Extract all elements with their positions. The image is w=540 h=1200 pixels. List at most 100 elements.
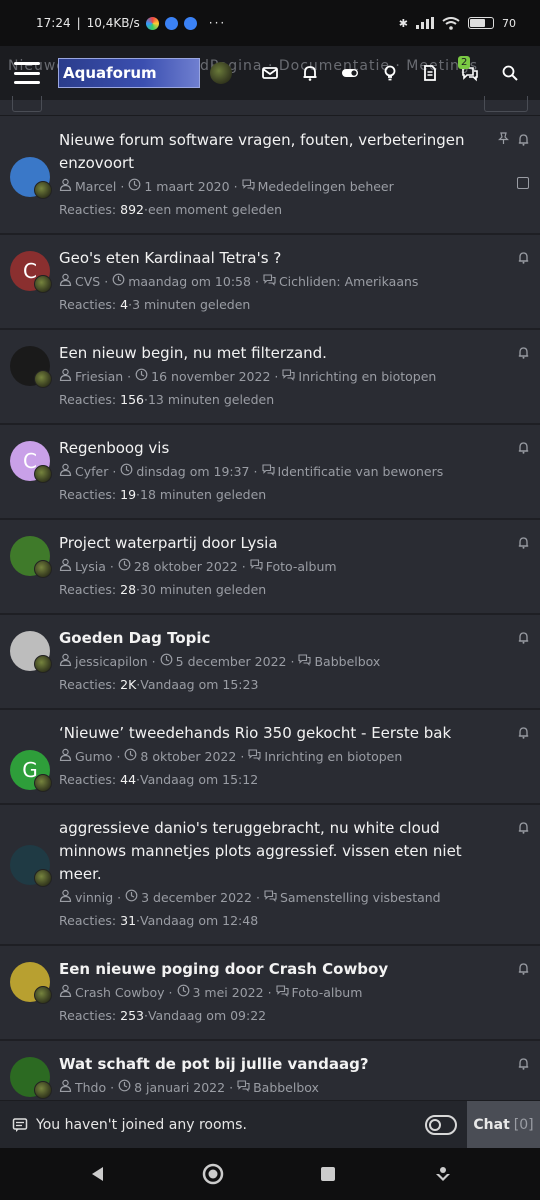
last-activity[interactable]: 30 minuten geleden — [140, 582, 266, 597]
thread-row[interactable]: G ‘Nieuwe’ tweedehands Rio 350 gekocht - … — [0, 710, 540, 805]
toolbar-button-right[interactable] — [484, 96, 528, 112]
last-poster-avatar[interactable] — [34, 181, 52, 199]
thread-row[interactable]: C Geo's eten Kardinaal Tetra's ? CVS · maand… — [0, 235, 540, 330]
recents-icon[interactable] — [314, 1160, 342, 1188]
lightbulb-icon[interactable] — [370, 53, 410, 93]
home-icon[interactable] — [199, 1160, 227, 1188]
thread-title[interactable]: ‘Nieuwe’ tweedehands Rio 350 gekocht - E… — [59, 722, 520, 745]
watch-bell-icon[interactable] — [517, 441, 530, 454]
last-activity[interactable]: 3 minuten geleden — [132, 297, 250, 312]
thread-author[interactable]: jessicapilon — [75, 650, 148, 673]
thread-forum[interactable]: Babbelbox — [314, 650, 380, 673]
thread-date[interactable]: 8 oktober 2022 — [140, 745, 236, 768]
thread-forum[interactable]: Identificatie van bewoners — [278, 460, 444, 483]
thread-title[interactable]: Goeden Dag Topic — [59, 627, 520, 650]
search-icon[interactable] — [490, 53, 530, 93]
thread-author[interactable]: Thdo — [75, 1076, 106, 1099]
last-poster-avatar[interactable] — [34, 1081, 52, 1099]
watch-bell-icon[interactable] — [517, 133, 530, 146]
thread-title[interactable]: Een nieuwe poging door Crash Cowboy — [59, 958, 520, 981]
watch-bell-icon[interactable] — [517, 536, 530, 549]
thread-author[interactable]: vinnig — [75, 886, 113, 909]
thread-date[interactable]: dinsdag om 19:37 — [136, 460, 249, 483]
thread-title[interactable]: Nieuwe forum software vragen, fouten, ve… — [59, 129, 520, 175]
watch-bell-icon[interactable] — [517, 962, 530, 975]
thread-author[interactable]: CVS — [75, 270, 100, 293]
thread-row[interactable]: Een nieuwe poging door Crash Cowboy Crash… — [0, 946, 540, 1041]
thread-author[interactable]: Gumo — [75, 745, 112, 768]
thread-author[interactable]: Lysia — [75, 555, 106, 578]
watch-bell-icon[interactable] — [517, 821, 530, 834]
back-icon[interactable] — [84, 1160, 112, 1188]
thread-author[interactable]: Marcel — [75, 175, 116, 198]
last-activity[interactable]: Vandaag om 15:12 — [140, 772, 258, 787]
thread-row[interactable]: aggressieve danio's teruggebracht, nu wh… — [0, 805, 540, 946]
thread-date[interactable]: 16 november 2022 — [151, 365, 270, 388]
last-activity[interactable]: een moment geleden — [148, 202, 282, 217]
bell-icon[interactable] — [290, 53, 330, 93]
thread-forum[interactable]: Inrichting en biotopen — [264, 745, 402, 768]
thread-title[interactable]: Project waterpartij door Lysia — [59, 532, 520, 555]
thread-forum[interactable]: Foto-album — [292, 981, 363, 1004]
thread-date[interactable]: 5 december 2022 — [176, 650, 287, 673]
thread-date[interactable]: 3 december 2022 — [141, 886, 252, 909]
thread-forum[interactable]: Mededelingen beheer — [258, 175, 394, 198]
thread-date[interactable]: 28 oktober 2022 — [134, 555, 238, 578]
thread-date[interactable]: maandag om 10:58 — [128, 270, 251, 293]
thread-row[interactable]: Goeden Dag Topic jessicapilon · 5 december … — [0, 615, 540, 710]
last-poster-avatar[interactable] — [34, 275, 52, 293]
watch-bell-icon[interactable] — [517, 1057, 530, 1070]
thread-forum[interactable]: Foto-album — [266, 555, 337, 578]
last-activity[interactable]: 13 minuten geleden — [148, 392, 274, 407]
thread-title[interactable]: aggressieve danio's teruggebracht, nu wh… — [59, 817, 520, 886]
thread-date[interactable]: 8 januari 2022 — [134, 1076, 225, 1099]
assistant-icon[interactable] — [429, 1160, 457, 1188]
watch-bell-icon[interactable] — [517, 251, 530, 264]
thread-date[interactable]: 3 mei 2022 — [193, 981, 264, 1004]
thread-title[interactable]: Regenboog vis — [59, 437, 520, 460]
toolbar-button-left[interactable] — [12, 96, 42, 112]
thread-title[interactable]: Wat schaft de pot bij jullie vandaag? — [59, 1053, 520, 1076]
watch-bell-icon[interactable] — [517, 631, 530, 644]
thread-forum[interactable]: Babbelbox — [253, 1076, 319, 1099]
replies-label: Reacties: — [59, 772, 117, 787]
thread-forum[interactable]: Cichliden: Amerikaans — [279, 270, 418, 293]
watch-bell-icon[interactable] — [517, 726, 530, 739]
thread-forum[interactable]: Samenstelling visbestand — [280, 886, 441, 909]
clock-icon — [120, 460, 136, 483]
last-poster-avatar[interactable] — [34, 560, 52, 578]
thread-title[interactable]: Geo's eten Kardinaal Tetra's ? — [59, 247, 520, 270]
last-poster-avatar[interactable] — [34, 869, 52, 887]
toggle-icon[interactable] — [330, 53, 370, 93]
thread-author[interactable]: Cyfer — [75, 460, 108, 483]
thread-title[interactable]: Een nieuw begin, nu met filterzand. — [59, 342, 520, 365]
last-poster-avatar[interactable] — [34, 370, 52, 388]
thread-row[interactable]: Nieuwe forum software vragen, fouten, ve… — [0, 117, 540, 235]
document-icon[interactable] — [410, 53, 450, 93]
user-avatar[interactable] — [210, 62, 232, 84]
last-activity[interactable]: 18 minuten geleden — [140, 487, 266, 502]
thread-author[interactable]: Crash Cowboy — [75, 981, 165, 1004]
last-activity[interactable]: Vandaag om 09:22 — [148, 1008, 266, 1023]
menu-icon[interactable] — [14, 62, 40, 84]
thread-row[interactable]: Een nieuw begin, nu met filterzand. Fries… — [0, 330, 540, 425]
last-activity[interactable]: Vandaag om 15:23 — [140, 677, 258, 692]
watch-bell-icon[interactable] — [517, 346, 530, 359]
thread-forum[interactable]: Inrichting en biotopen — [298, 365, 436, 388]
site-logo[interactable]: Aquaforum — [58, 58, 200, 88]
last-poster-avatar[interactable] — [34, 465, 52, 483]
chat-button[interactable]: Chat [0] — [467, 1101, 540, 1148]
thread-row[interactable]: Project waterpartij door Lysia Lysia · 28 o… — [0, 520, 540, 615]
thread-date[interactable]: 1 maart 2020 — [144, 175, 229, 198]
last-poster-avatar[interactable] — [34, 774, 52, 792]
chat-icon[interactable]: 2 — [450, 53, 490, 93]
user-icon — [59, 460, 75, 483]
last-poster-avatar[interactable] — [34, 655, 52, 673]
last-poster-avatar[interactable] — [34, 986, 52, 1004]
last-activity[interactable]: Vandaag om 12:48 — [140, 913, 258, 928]
thread-row[interactable]: C Regenboog vis Cyfer · dinsdag om 19:37 · Ide… — [0, 425, 540, 520]
select-checkbox[interactable] — [517, 177, 529, 189]
mail-icon[interactable] — [250, 53, 290, 93]
thread-author[interactable]: Friesian — [75, 365, 123, 388]
chat-toggle[interactable] — [425, 1114, 457, 1135]
